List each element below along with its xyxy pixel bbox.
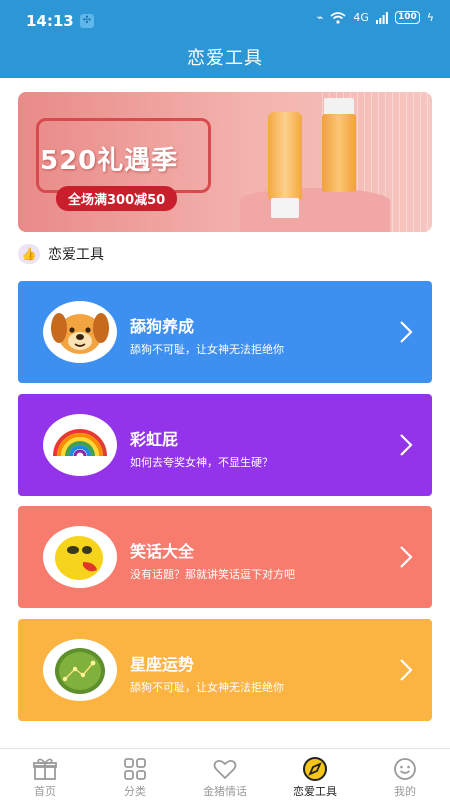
- card-horoscope[interactable]: 星座运势 舔狗不可耻，让女神无法拒绝你: [18, 619, 432, 721]
- charging-icon: ϟ: [426, 11, 434, 24]
- banner-title: 520礼遇季: [40, 146, 179, 176]
- promo-banner[interactable]: 520礼遇季 全场满300减50: [18, 92, 432, 232]
- heart-icon: [213, 759, 237, 780]
- card-title: 笑话大全: [130, 542, 195, 561]
- tab-home[interactable]: 首页: [0, 749, 90, 800]
- section-title: 恋爱工具: [48, 247, 104, 263]
- chevron-right-icon: [400, 546, 413, 568]
- tab-label: 分类: [124, 785, 146, 798]
- network-type: 4G: [353, 11, 369, 24]
- nfc-icon: ⌁: [316, 11, 324, 24]
- status-time: 14:13: [26, 12, 74, 30]
- tab-love-tools[interactable]: 恋爱工具: [270, 749, 360, 800]
- app-header: 14:13 ✣ ⌁ 4G 100 ϟ 恋爱工具: [0, 0, 450, 78]
- banner-promo: 全场满300减50: [56, 186, 178, 211]
- card-description: 如何去夸奖女神，不显生硬？: [130, 456, 273, 469]
- battery-icon: 100: [394, 11, 420, 24]
- laughing-face-icon: [43, 526, 117, 588]
- card-description: 舔狗不可耻，让女神无法拒绝你: [130, 681, 284, 694]
- tab-label: 恋爱工具: [293, 785, 337, 798]
- tab-category[interactable]: 分类: [90, 749, 180, 800]
- bottom-tab-bar: 首页 分类 金猪情话 恋爱工具 我的: [0, 748, 450, 800]
- thumbs-up-icon: 👍: [18, 244, 40, 264]
- status-bar: 14:13 ✣ ⌁ 4G 100 ϟ: [0, 0, 450, 40]
- card-title: 星座运势: [130, 655, 195, 674]
- chevron-right-icon: [400, 321, 413, 343]
- banner-pedestal: [240, 188, 390, 232]
- rainbow-icon: [43, 414, 117, 476]
- gift-icon: [33, 758, 57, 780]
- chevron-right-icon: [400, 659, 413, 681]
- main-content: 520礼遇季 全场满300减50 👍 恋爱工具 舔狗养成 舔狗不可耻，让女神无法…: [0, 78, 450, 748]
- grid-icon: [124, 758, 146, 780]
- dog-face-icon: [43, 301, 117, 363]
- card-description: 舔狗不可耻，让女神无法拒绝你: [130, 343, 284, 356]
- page-title: 恋爱工具: [187, 48, 263, 69]
- tab-label: 金猪情话: [203, 785, 247, 798]
- signal-icon: [375, 11, 388, 24]
- card-lick-dog[interactable]: 舔狗养成 舔狗不可耻，让女神无法拒绝你: [18, 281, 432, 383]
- card-description: 没有话题？那就讲笑话逗下对方吧: [130, 568, 295, 581]
- section-header: 👍 恋爱工具: [18, 244, 104, 264]
- card-title: 彩虹屁: [130, 430, 179, 449]
- status-icons: ⌁ 4G 100 ϟ: [317, 11, 434, 24]
- wifi-icon: [330, 11, 346, 24]
- smiley-icon: [394, 758, 416, 780]
- constellation-icon: [43, 639, 117, 701]
- tab-label: 我的: [394, 785, 416, 798]
- card-title: 舔狗养成: [130, 317, 195, 336]
- card-jokes[interactable]: 笑话大全 没有话题？那就讲笑话逗下对方吧: [18, 506, 432, 608]
- tab-love-words[interactable]: 金猪情话: [180, 749, 270, 800]
- card-rainbow-fart[interactable]: 彩虹屁 如何去夸奖女神，不显生硬？: [18, 394, 432, 496]
- tab-mine[interactable]: 我的: [360, 749, 450, 800]
- banner-product-tube: [268, 112, 302, 200]
- chevron-right-icon: [400, 434, 413, 456]
- tab-label: 首页: [34, 785, 56, 798]
- banner-product-tube-cap: [271, 198, 299, 218]
- compass-icon: [303, 757, 327, 781]
- notification-icon: ✣: [80, 14, 94, 28]
- banner-product-bottle: [322, 114, 356, 192]
